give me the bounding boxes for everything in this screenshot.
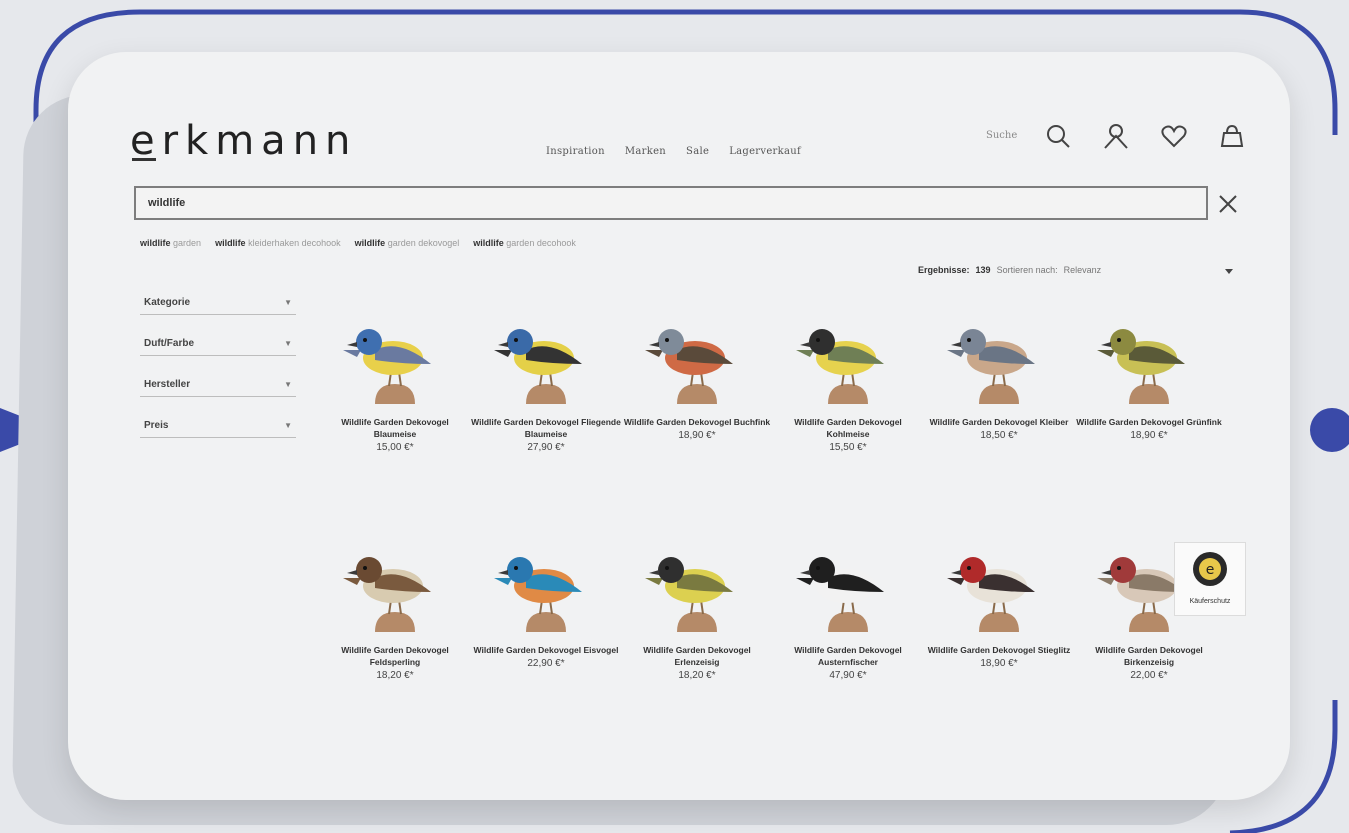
product-image (494, 557, 582, 632)
product-image (796, 557, 884, 632)
close-icon[interactable] (1216, 192, 1240, 216)
product-image (947, 557, 1035, 632)
product-name: Wildlife Garden Dekovogel Stieglitz (927, 645, 1071, 655)
product-name: Wildlife Garden Dekovogel Grünfink (1076, 417, 1222, 427)
product-price: 15,50 €* (829, 442, 867, 453)
product-card[interactable]: Wildlife Garden Dekovogel Kleiber 18,50 €… (924, 302, 1074, 441)
product-name: Wildlife Garden Dekovogel Eisvogel (473, 645, 619, 655)
logo-underline (132, 158, 156, 161)
product-name: Wildlife Garden Dekovogel Birkenzeisig (1095, 645, 1203, 667)
product-image (343, 329, 431, 404)
nav-item-sale[interactable]: Sale (686, 146, 709, 157)
chevron-down-icon[interactable] (1223, 266, 1235, 276)
product-price: 22,90 €* (527, 658, 565, 669)
product-name: Wildlife Garden Dekovogel Buchfink (623, 417, 771, 427)
product-price: 18,50 €* (980, 430, 1018, 441)
product-name: Wildlife Garden Dekovogel Feldsperling (341, 645, 449, 667)
cart-icon[interactable] (1218, 122, 1246, 150)
product-image (1097, 329, 1185, 404)
product-name: Wildlife Garden Dekovogel Fliegende Blau… (471, 417, 621, 439)
product-price: 27,90 €* (527, 442, 565, 453)
brand-logo[interactable]: erkmann (130, 118, 357, 164)
header-search-label[interactable]: Suche (986, 130, 1017, 141)
product-price: 18,90 €* (678, 430, 716, 441)
filter-hersteller[interactable]: Hersteller ▼ (140, 372, 296, 397)
product-image (796, 329, 884, 404)
filter-kategorie[interactable]: Kategorie ▼ (140, 290, 296, 315)
suggestion-item[interactable]: wildlife kleiderhaken decohook (215, 238, 341, 248)
product-card[interactable]: Wildlife Garden Dekovogel Austernfischer… (773, 530, 923, 681)
product-card[interactable]: Wildlife Garden Dekovogel Kohlmeise 15,50… (773, 302, 923, 453)
product-price: 15,00 €* (376, 442, 414, 453)
search-input[interactable]: wildlife (134, 186, 1208, 220)
chevron-down-icon: ▼ (284, 338, 292, 348)
product-image (645, 557, 733, 632)
product-image (494, 329, 582, 404)
account-icon[interactable] (1102, 122, 1130, 150)
product-price: 47,90 €* (829, 670, 867, 681)
product-image (947, 329, 1035, 404)
product-price: 22,00 €* (1130, 670, 1168, 681)
nav-item-inspiration[interactable]: Inspiration (546, 146, 605, 157)
search-icon[interactable] (1044, 122, 1072, 150)
shield-icon: e (1193, 552, 1227, 586)
sort-label: Sortieren nach: (996, 265, 1058, 275)
chevron-down-icon: ▼ (284, 297, 292, 307)
product-price: 18,20 €* (376, 670, 414, 681)
wishlist-icon[interactable] (1160, 122, 1188, 150)
product-card[interactable]: Wildlife Garden Dekovogel Stieglitz 18,90… (924, 530, 1074, 669)
product-card[interactable]: Wildlife Garden Dekovogel Fliegende Blau… (471, 302, 621, 453)
suggestion-item[interactable]: wildlife garden (140, 238, 201, 248)
product-card[interactable]: Wildlife Garden Dekovogel Grünfink 18,90 … (1074, 302, 1224, 441)
suggestion-item[interactable]: wildlife garden decohook (473, 238, 576, 248)
product-card[interactable]: Wildlife Garden Dekovogel Buchfink 18,90 … (622, 302, 772, 441)
suggestion-item[interactable]: wildlife garden dekovogel (355, 238, 460, 248)
product-name: Wildlife Garden Dekovogel Blaumeise (341, 417, 449, 439)
browser-window: erkmann Inspiration Marken Sale Lagerver… (68, 52, 1290, 800)
filter-duft-farbe[interactable]: Duft/Farbe ▼ (140, 331, 296, 356)
results-count: 139 (975, 265, 991, 275)
results-bar: Ergebnisse: 139 Sortieren nach: Relevanz (918, 265, 1101, 275)
product-name: Wildlife Garden Dekovogel Kleiber (929, 417, 1069, 427)
product-name: Wildlife Garden Dekovogel Kohlmeise (794, 417, 902, 439)
nav-item-marken[interactable]: Marken (625, 146, 666, 157)
results-label: Ergebnisse: (918, 265, 970, 275)
product-image (343, 557, 431, 632)
product-card[interactable]: Wildlife Garden Dekovogel Feldsperling 18… (320, 530, 470, 681)
chevron-down-icon: ▼ (284, 379, 292, 389)
filter-preis[interactable]: Preis ▼ (140, 413, 296, 438)
nav-item-lagerverkauf[interactable]: Lagerverkauf (729, 146, 801, 157)
product-price: 18,90 €* (980, 658, 1018, 669)
product-price: 18,90 €* (1130, 430, 1168, 441)
product-card[interactable]: Wildlife Garden Dekovogel Erlenzeisig 18,… (622, 530, 772, 681)
main-nav: Inspiration Marken Sale Lagerverkauf (546, 146, 801, 157)
product-price: 18,20 €* (678, 670, 716, 681)
chevron-down-icon: ▼ (284, 420, 292, 430)
search-suggestions: wildlife garden wildlife kleiderhaken de… (140, 238, 576, 248)
product-name: Wildlife Garden Dekovogel Austernfischer (794, 645, 902, 667)
trust-badge[interactable]: e Käuferschutz (1174, 542, 1246, 616)
filter-sidebar: Kategorie ▼ Duft/Farbe ▼ Hersteller ▼ Preis… (140, 290, 296, 454)
product-card[interactable]: Wildlife Garden Dekovogel Blaumeise 15,00… (320, 302, 470, 453)
product-image (645, 329, 733, 404)
product-name: Wildlife Garden Dekovogel Erlenzeisig (643, 645, 751, 667)
svg-text:e: e (1206, 562, 1215, 578)
product-card[interactable]: Wildlife Garden Dekovogel Eisvogel 22,90 … (471, 530, 621, 669)
sort-select[interactable]: Relevanz (1064, 265, 1102, 275)
